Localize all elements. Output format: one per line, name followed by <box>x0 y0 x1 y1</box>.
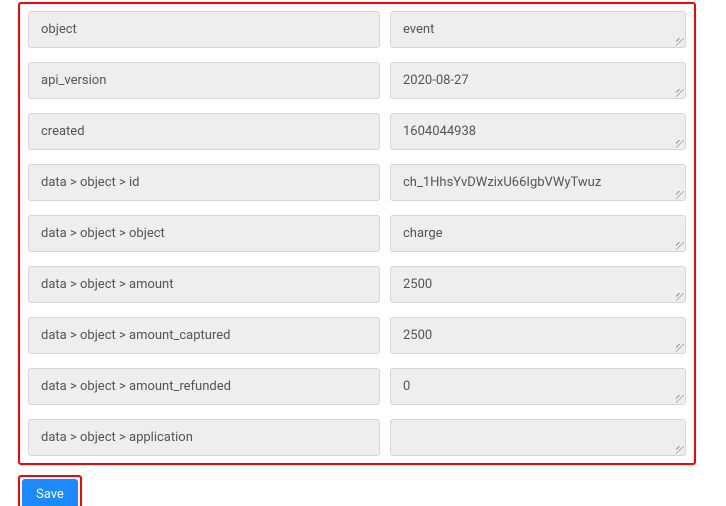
field-row: created <box>20 106 694 157</box>
field-key: data > object > amount_captured <box>28 317 380 354</box>
main-scroll[interactable]: object api_version created data > object… <box>0 0 710 506</box>
field-key: created <box>28 113 380 150</box>
field-key: data > object > amount <box>28 266 380 303</box>
field-value-input[interactable] <box>390 317 686 354</box>
field-value-input[interactable] <box>390 113 686 150</box>
field-value-input[interactable] <box>390 62 686 99</box>
field-row: data > object > amount_captured <box>20 310 694 361</box>
field-value-input[interactable] <box>390 368 686 405</box>
field-key: data > object > object <box>28 215 380 252</box>
field-value-input[interactable] <box>390 215 686 252</box>
field-row: data > object > id <box>20 157 694 208</box>
save-button[interactable]: Save <box>22 479 78 506</box>
field-key: data > object > amount_refunded <box>28 368 380 405</box>
field-key: object <box>28 11 380 48</box>
field-row: object <box>20 4 694 55</box>
field-key: api_version <box>28 62 380 99</box>
field-row: data > object > object <box>20 208 694 259</box>
field-row: api_version <box>20 55 694 106</box>
field-row: data > object > amount_refunded <box>20 361 694 412</box>
field-value-input[interactable] <box>390 164 686 201</box>
field-value-input[interactable] <box>390 419 686 456</box>
field-row: data > object > amount <box>20 259 694 310</box>
field-value-input[interactable] <box>390 11 686 48</box>
field-value-input[interactable] <box>390 266 686 303</box>
field-key: data > object > application <box>28 419 380 456</box>
fields-table: object api_version created data > object… <box>18 2 696 465</box>
save-button-highlight: Save <box>18 475 82 506</box>
field-row: data > object > application <box>20 412 694 463</box>
field-key: data > object > id <box>28 164 380 201</box>
